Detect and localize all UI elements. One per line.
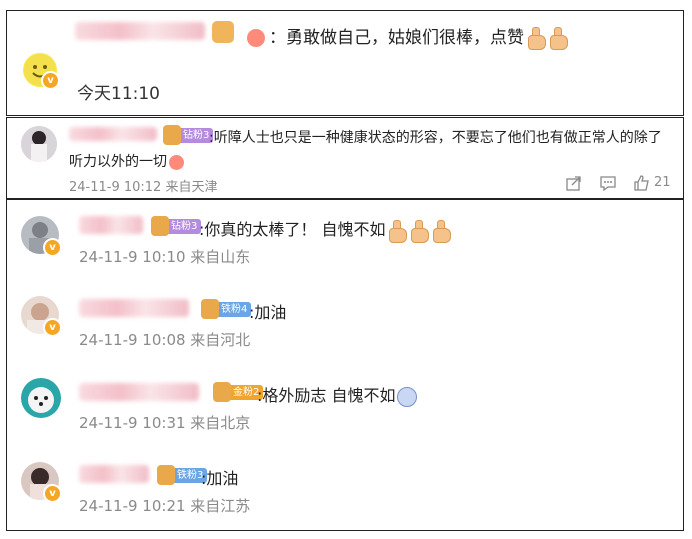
comment-icon[interactable] xyxy=(599,175,617,192)
scared-emoji-icon xyxy=(397,386,418,407)
reply-meta: 24-11-9 10:12 来自天津 xyxy=(69,180,218,195)
avatar[interactable]: v xyxy=(21,462,62,503)
avatar[interactable] xyxy=(21,378,61,418)
fan-badge: 钻粉3 xyxy=(151,216,202,236)
verified-badge-icon: v xyxy=(43,238,62,257)
comment-list: v 钻粉3 :你真的太棒了！ 自愧不如 24-11-9 10:10 来自山东 v… xyxy=(6,199,684,531)
heart-eyes-emoji-icon xyxy=(247,29,265,47)
portrait-avatar-icon xyxy=(21,126,57,162)
avatar[interactable] xyxy=(21,126,57,162)
thumbs-up-emoji-icon xyxy=(409,219,430,243)
fan-badge-icon xyxy=(157,465,175,485)
verified-badge-icon: v xyxy=(43,484,62,503)
username-blurred[interactable] xyxy=(79,383,199,401)
reply-text-line1: :听障人士也只是一种健康状态的形容，不要忘了他们也有做正常人的除了 xyxy=(209,130,662,146)
like-count: 21 xyxy=(654,175,671,190)
like-icon[interactable] xyxy=(633,174,650,191)
comment-meta: 24-11-9 10:31 来自北京 xyxy=(79,414,251,432)
top-comment-time: 今天11:10 xyxy=(77,84,160,104)
cat-emoji-icon xyxy=(212,21,234,43)
fan-badge-icon xyxy=(151,216,169,236)
fan-badge: 铁粉4 xyxy=(201,299,252,319)
fan-badge-icon xyxy=(163,125,181,145)
comment-meta: 24-11-9 10:10 来自山东 xyxy=(79,248,251,266)
verified-badge-icon: v xyxy=(43,318,62,337)
dog-avatar-icon xyxy=(21,378,61,418)
username-blurred[interactable] xyxy=(69,127,157,141)
heart-emoji-icon xyxy=(169,154,184,170)
reply-text-line2: 听力以外的一切 xyxy=(69,151,184,171)
comment-meta: 24-11-9 10:21 来自江苏 xyxy=(79,497,251,515)
reply-card: 钻粉3 :听障人士也只是一种健康状态的形容，不要忘了他们也有做正常人的除了 听力… xyxy=(6,117,684,199)
comment-meta: 24-11-9 10:08 来自河北 xyxy=(79,331,251,349)
top-comment-card: v ：勇敢做自己，姑娘们很棒，点赞 今天11:10 xyxy=(6,10,684,116)
username-blurred[interactable] xyxy=(79,216,143,234)
comment-text: :加油 xyxy=(201,469,239,488)
thumbs-up-emoji-icon xyxy=(387,219,408,243)
avatar[interactable]: v xyxy=(21,216,62,257)
fan-badge-icon xyxy=(201,299,219,319)
thumbs-up-emoji-icon xyxy=(431,219,452,243)
username-blurred[interactable] xyxy=(75,22,205,40)
thumbs-up-emoji-icon xyxy=(526,27,546,50)
fan-badge: 钻粉3 xyxy=(163,125,214,145)
verified-badge-icon: v xyxy=(41,71,60,90)
share-icon[interactable] xyxy=(565,175,582,192)
comment-text: :格外励志 自愧不如 xyxy=(257,382,418,407)
fan-badge-icon xyxy=(213,382,231,402)
avatar[interactable]: v xyxy=(21,296,62,337)
username-blurred[interactable] xyxy=(79,299,189,317)
comment-text: :你真的太棒了！ 自愧不如 xyxy=(199,216,452,243)
top-comment-text: ：勇敢做自己，姑娘们很棒，点赞 xyxy=(247,23,568,50)
username-blurred[interactable] xyxy=(79,465,149,483)
comment-text: :加油 xyxy=(249,303,287,322)
avatar[interactable]: v xyxy=(23,53,60,90)
thumbs-up-emoji-icon xyxy=(548,27,568,50)
